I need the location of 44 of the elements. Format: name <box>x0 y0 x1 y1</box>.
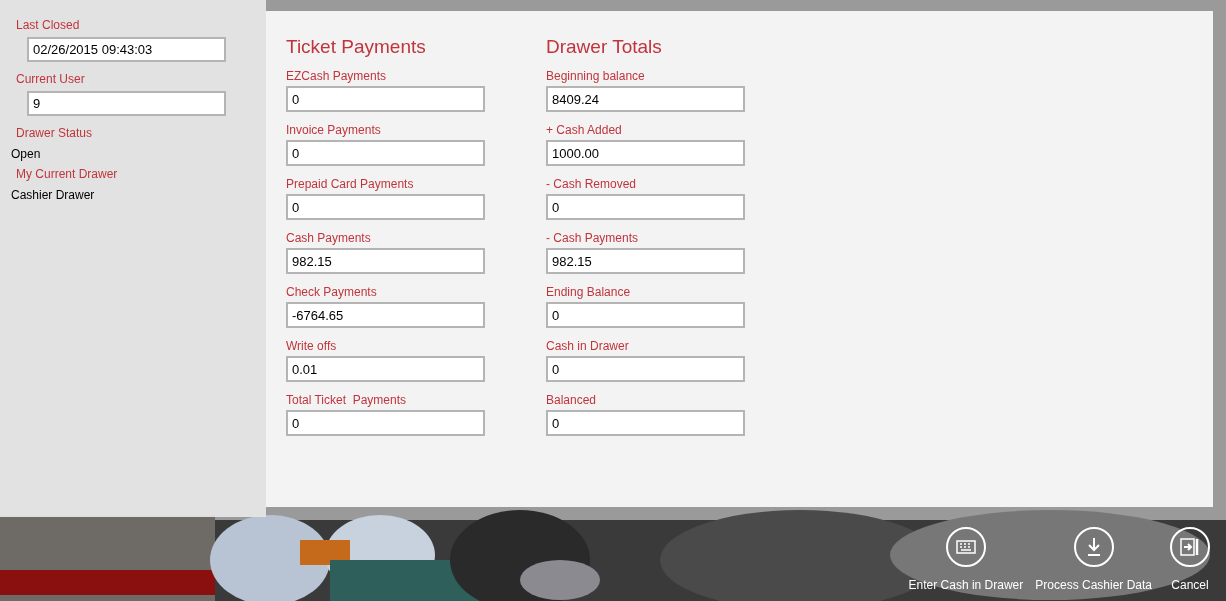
app-bar-button[interactable]: Process Cashier Data <box>1031 527 1156 594</box>
field-label: Drawer Status <box>16 125 94 142</box>
exit-icon <box>1170 527 1210 567</box>
input-field[interactable]: 0 <box>286 410 485 436</box>
input-field[interactable]: 0 <box>546 410 745 436</box>
field-label: Total Ticket Payments <box>286 392 408 408</box>
input-field[interactable]: -6764.65 <box>286 302 485 328</box>
section-title: Ticket Payments <box>286 35 427 59</box>
download-icon <box>1073 527 1114 567</box>
input-field[interactable]: 0 <box>286 194 485 220</box>
input-field[interactable]: 0.01 <box>286 356 485 382</box>
field-label: Invoice Payments <box>286 122 382 138</box>
field-label: - Cash Removed <box>546 176 638 192</box>
section-title: Drawer Totals <box>546 35 663 59</box>
status-value: Open <box>11 146 42 163</box>
field-label: My Current Drawer <box>16 166 119 183</box>
field-label: Balanced <box>546 392 598 408</box>
input-field[interactable]: 02/26/2015 09:43:03 <box>27 37 226 62</box>
input-field[interactable]: 0 <box>546 302 745 328</box>
field-label: Check Payments <box>286 284 378 300</box>
field-label: Cash in Drawer <box>546 338 630 354</box>
input-field[interactable]: 0 <box>546 356 745 382</box>
field-label: + Cash Added <box>546 122 623 138</box>
field-label: - Cash Payments <box>546 230 640 246</box>
input-field[interactable]: 1000.00 <box>546 140 745 166</box>
field-label: Current User <box>16 71 86 88</box>
field-label: Cash Payments <box>286 230 372 246</box>
app-bar-button[interactable]: Cancel <box>1160 527 1220 594</box>
field-label: Write offs <box>286 338 338 354</box>
input-field[interactable]: 0 <box>286 140 485 166</box>
input-field[interactable]: 0 <box>546 194 745 220</box>
field-label: EZCash Payments <box>286 68 388 84</box>
field-label: Prepaid Card Payments <box>286 176 415 192</box>
input-field[interactable]: 9 <box>27 91 226 116</box>
keyboard-icon <box>945 527 986 567</box>
input-field[interactable]: 8409.24 <box>546 86 745 112</box>
field-label: Ending Balance <box>546 284 632 300</box>
input-field[interactable]: 982.15 <box>286 248 485 274</box>
input-field[interactable]: 982.15 <box>546 248 745 274</box>
field-label: Beginning balance <box>546 68 646 84</box>
input-field[interactable]: 0 <box>286 86 485 112</box>
field-label: Last Closed <box>16 17 81 34</box>
status-value: Cashier Drawer <box>11 187 96 204</box>
app-bar-button[interactable]: Enter Cash in Drawer <box>904 527 1028 594</box>
